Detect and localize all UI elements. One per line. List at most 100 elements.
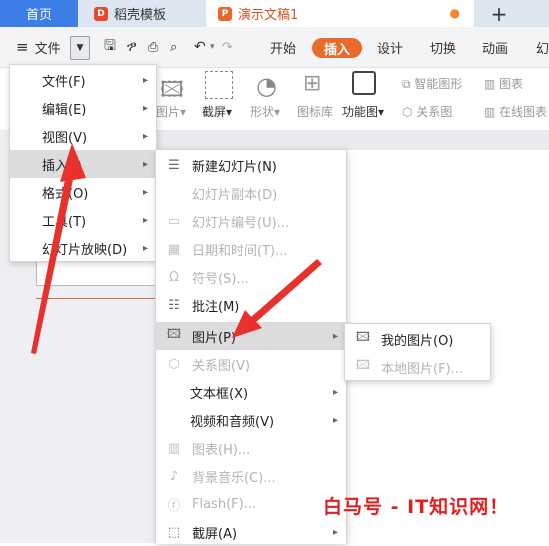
menu-item-chart-label: 图表(H)... (192, 442, 251, 458)
menu-item-slideshow[interactable]: 幻灯片放映(D) ▸ (10, 234, 156, 262)
undo-icon[interactable]: ↶ (194, 27, 206, 67)
redo-icon[interactable]: ↷ (222, 27, 233, 67)
tab-presentation[interactable]: P 演示文稿1 ● (206, 0, 474, 27)
menu-item-new-slide-label: 新建幻灯片(N) (192, 159, 277, 175)
menu-item-textbox[interactable]: 文本框(X) ▸ (156, 378, 346, 406)
menu-item-view-label: 视图(V) (42, 130, 88, 146)
ribbon-relation-label: 关系图 (416, 105, 453, 119)
presentation-logo-icon: P (218, 6, 232, 21)
preview-icon[interactable]: ⌕ (170, 27, 177, 67)
relation-icon: ⬡ (402, 105, 413, 119)
menu-item-file[interactable]: 文件(F) ▸ (10, 66, 156, 94)
submenu-arrow-icon: ▸ (142, 130, 148, 142)
menu-item-file-label: 文件(F) (42, 74, 86, 90)
file-dropdown-button[interactable]: ▼ (70, 36, 90, 60)
comment-icon: ☷ (168, 297, 180, 313)
main-toolbar: ≡ 文件 ▼ 🖫 ፇ ⎙ ⌕ ↶ ▾ ↷ 开始 插入 设计 切换 动画 幻 (0, 27, 549, 68)
tab-design[interactable]: 设计 (377, 27, 403, 67)
menu-item-symbol: Ω 符号(S)... (156, 263, 346, 291)
screenshot-icon: ⬚ (167, 524, 181, 540)
menu-item-edit[interactable]: 编辑(E) ▸ (10, 94, 156, 122)
menu-item-insert-label: 插入(I) (42, 158, 82, 174)
tab-docer[interactable]: D 稻壳模板 (80, 0, 204, 27)
file-dropdown-menu: 文件(F) ▸ 编辑(E) ▸ 视图(V) ▸ 插入(I) ▸ 格式(O) ▸ 工具(T)… (9, 64, 157, 262)
ribbon-icon-library[interactable]: 图标库 (297, 103, 333, 120)
menu-item-date-time-label: 日期和时间(T)... (192, 243, 288, 259)
menu-item-comment[interactable]: ☷ 批注(M) (156, 291, 346, 319)
symbol-icon: Ω (169, 269, 179, 285)
music-icon: ♪ (169, 468, 179, 484)
submenu-arrow-icon: ▸ (332, 386, 338, 398)
tab-bar: 首页 D 稻壳模板 P 演示文稿1 ● + (0, 0, 549, 27)
menu-item-edit-label: 编辑(E) (42, 102, 87, 118)
submenu-arrow-icon: ▸ (142, 74, 148, 86)
new-tab-label: + (490, 1, 508, 26)
ribbon-shape[interactable]: 形状▾ (250, 103, 280, 120)
icon-library-icon[interactable]: ⊞ (303, 71, 321, 96)
submenu-arrow-icon: ▸ (142, 214, 148, 226)
smart-shape-icon: ⧉ (402, 77, 411, 91)
menu-item-local-picture: 🖾 本地图片(F)... (345, 353, 490, 381)
menu-item-tools[interactable]: 工具(T) ▸ (10, 206, 156, 234)
tab-insert-label: 插入 (323, 42, 350, 58)
ribbon-smart-shape[interactable]: ⧉ 智能图形 (402, 75, 462, 92)
tab-home[interactable]: 首页 (0, 0, 78, 27)
tab-transition-label: 切换 (430, 41, 457, 57)
picture-submenu: 🖾 我的图片(O) 🖾 本地图片(F)... (344, 323, 491, 381)
menu-item-date-time: ▦ 日期和时间(T)... (156, 235, 346, 263)
flash-icon: ⓕ (167, 498, 181, 514)
hamburger-icon: ≡ (16, 38, 29, 56)
new-slide-icon: ☰ (168, 157, 180, 173)
slide-number-icon: ▭ (167, 213, 181, 229)
print-icon[interactable]: ⎙ (148, 27, 158, 67)
menu-item-picture[interactable]: 🖾 图片(P) ▸ (156, 322, 346, 350)
tab-animation[interactable]: 动画 (482, 27, 508, 67)
menu-item-view[interactable]: 视图(V) ▸ (10, 122, 156, 150)
ribbon-function-chart-label: 功能图 (342, 105, 379, 119)
menu-item-background-music-label: 背景音乐(C)... (192, 470, 276, 486)
menu-item-format[interactable]: 格式(O) ▸ (10, 178, 156, 206)
menu-item-video-audio[interactable]: 视频和音频(V) ▸ (156, 406, 346, 434)
ribbon-screenshot-label: 截屏 (202, 105, 227, 119)
new-tab-button[interactable]: + (474, 0, 524, 27)
menu-item-video-audio-label: 视频和音频(V) (190, 414, 275, 430)
menu-item-flash-label: Flash(F)... (192, 496, 257, 512)
my-pictures-icon: 🖾 (355, 330, 371, 345)
ribbon-function-chart[interactable]: 功能图▾ (342, 103, 384, 120)
ribbon-online-chart[interactable]: ▥ 在线图表 (484, 103, 547, 120)
tab-start[interactable]: 开始 (270, 27, 296, 67)
menu-item-screenshot[interactable]: ⬚ 截屏(A) ▸ (156, 518, 346, 546)
menu-item-slideshow-label: 幻灯片放映(D) (42, 242, 128, 258)
save-icon[interactable]: 🖫 (104, 27, 116, 67)
function-chart-icon[interactable] (352, 71, 376, 95)
menu-item-flash: ⓕ Flash(F)... (156, 490, 346, 518)
menu-item-insert[interactable]: 插入(I) ▸ (10, 150, 156, 178)
menu-item-new-slide[interactable]: ☰ 新建幻灯片(N) (156, 151, 346, 179)
ribbon-screenshot[interactable]: 截屏▾ (202, 103, 232, 120)
insert-submenu: ☰ 新建幻灯片(N) 幻灯片副本(D) ▭ 幻灯片编号(U)... ▦ 日期和时间(T… (155, 149, 347, 544)
ribbon-picture[interactable]: 图片▾ (156, 103, 186, 120)
submenu-arrow-icon: ▸ (332, 526, 338, 538)
ribbon-online-chart-label: 在线图表 (499, 105, 548, 119)
menu-item-textbox-label: 文本框(X) (190, 386, 249, 402)
screenshot-icon[interactable] (205, 71, 233, 99)
export-icon[interactable]: ፇ (127, 27, 137, 67)
ribbon-relation[interactable]: ⬡ 关系图 (402, 103, 452, 120)
tab-transition[interactable]: 切换 (430, 27, 456, 67)
tab-insert[interactable]: 插入 (312, 38, 362, 58)
file-label: 文件 (34, 41, 61, 57)
docer-logo-icon: D (94, 6, 108, 21)
menu-item-my-pictures[interactable]: 🖾 我的图片(O) (345, 325, 490, 353)
tab-home-label: 首页 (25, 8, 52, 23)
unsaved-dot-icon: ● (449, 6, 460, 20)
undo-dropdown-icon[interactable]: ▾ (210, 27, 215, 67)
submenu-arrow-icon: ▸ (142, 242, 148, 254)
ribbon-picture-label: 图片 (156, 105, 181, 119)
menu-item-format-label: 格式(O) (42, 186, 89, 202)
ribbon-chart[interactable]: ▥ 图表 (484, 75, 523, 92)
local-picture-icon: 🖾 (355, 358, 371, 373)
tab-docer-label: 稻壳模板 (114, 8, 167, 23)
file-menu-button[interactable]: ≡ 文件 (16, 27, 61, 67)
shape-icon[interactable]: ◔ (256, 72, 277, 100)
tab-slideshow[interactable]: 幻 (536, 27, 549, 67)
